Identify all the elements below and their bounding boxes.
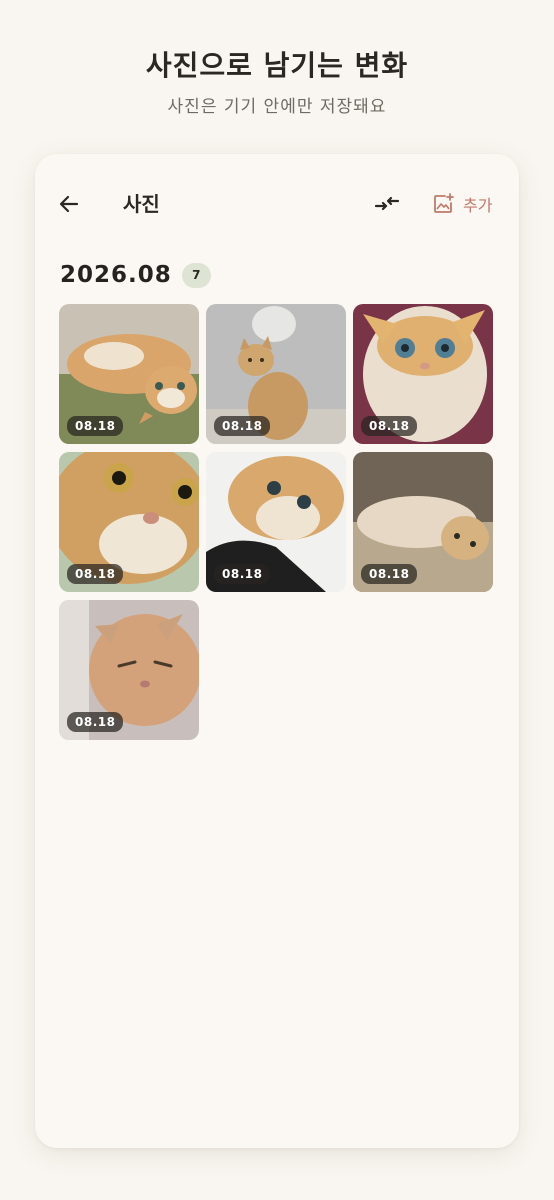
add-photo-button[interactable]: 추가 xyxy=(431,188,492,220)
page-title: 사진 xyxy=(123,192,160,216)
add-photo-icon xyxy=(434,193,454,213)
photo-grid: 08.18 08.18 08.18 08.18 08.18 08.18 08.1… xyxy=(59,304,495,740)
photo-thumbnail[interactable]: 08.18 xyxy=(206,452,346,592)
photo-date-label: 08.18 xyxy=(214,416,271,436)
photo-thumbnail[interactable]: 08.18 xyxy=(59,304,199,444)
hero-subtitle: 사진은 기기 안에만 저장돼요 xyxy=(167,97,387,117)
compare-arrows-icon xyxy=(374,196,400,211)
photo-date-label: 08.18 xyxy=(67,416,124,436)
group-date: 2026.08 xyxy=(60,262,172,288)
photo-thumbnail[interactable]: 08.18 xyxy=(353,304,493,444)
photo-thumbnail[interactable]: 08.18 xyxy=(206,304,346,444)
add-label: 추가 xyxy=(463,196,493,215)
month-group-header: 2026.08 7 xyxy=(60,262,211,288)
app-bar: 사진 추가 xyxy=(35,182,519,222)
photo-thumbnail[interactable]: 08.18 xyxy=(353,452,493,592)
phone-screen-card: 사진 추가 2026.08 7 08.18 08.18 08.18 08.18 … xyxy=(35,154,519,1148)
photo-date-label: 08.18 xyxy=(361,416,418,436)
hero: 사진으로 남기는 변화 사진은 기기 안에만 저장돼요 xyxy=(0,44,554,117)
photo-count-badge: 7 xyxy=(181,262,211,288)
hero-title: 사진으로 남기는 변화 xyxy=(145,49,409,82)
photo-date-label: 08.18 xyxy=(67,564,124,584)
photo-thumbnail[interactable]: 08.18 xyxy=(59,452,199,592)
photo-date-label: 08.18 xyxy=(361,564,418,584)
back-button[interactable] xyxy=(53,188,85,220)
arrow-left-icon xyxy=(59,195,79,213)
photo-date-label: 08.18 xyxy=(214,564,271,584)
photo-date-label: 08.18 xyxy=(67,712,124,732)
compare-button[interactable] xyxy=(371,188,403,220)
photo-thumbnail[interactable]: 08.18 xyxy=(59,600,199,740)
